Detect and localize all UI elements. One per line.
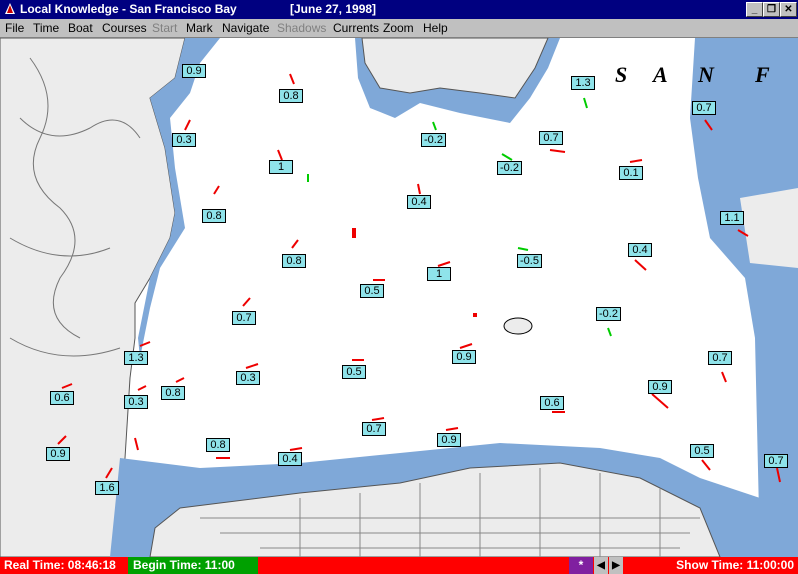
menu-start[interactable]: Start <box>152 21 177 35</box>
current-label: 0.8 <box>206 438 230 452</box>
current-label: 0.8 <box>282 254 306 268</box>
current-label: -0.5 <box>517 254 542 268</box>
menu-bar: File Time Boat Courses Start Mark Naviga… <box>0 19 798 38</box>
close-button[interactable]: ✕ <box>780 2 797 17</box>
prev-icon[interactable]: ◀ <box>594 557 608 574</box>
current-label: 0.5 <box>690 444 714 458</box>
current-label: -0.2 <box>421 133 446 147</box>
current-label: 0.7 <box>692 101 716 115</box>
map-letter-s: S <box>615 62 627 87</box>
current-label: -0.2 <box>596 307 621 321</box>
current-label: 1.3 <box>571 76 595 90</box>
map-letter-n: N <box>697 62 715 87</box>
next-icon[interactable]: ▶ <box>609 557 623 574</box>
current-label: 0.7 <box>362 422 386 436</box>
current-label: 0.3 <box>236 371 260 385</box>
current-label: 1.3 <box>124 351 148 365</box>
current-label: 1 <box>427 267 451 281</box>
current-label: 0.3 <box>172 133 196 147</box>
current-label: 0.6 <box>50 391 74 405</box>
status-bar: Real Time: 08:46:18 Begin Time: 11:00 * … <box>0 557 798 574</box>
begin-time-panel[interactable]: Begin Time: 11:00 <box>128 557 258 574</box>
menu-currents[interactable]: Currents <box>333 21 379 35</box>
menu-courses[interactable]: Courses <box>102 21 147 35</box>
menu-navigate[interactable]: Navigate <box>222 21 269 35</box>
current-label: 0.9 <box>437 433 461 447</box>
title-bar: Local Knowledge - San Francisco Bay [Jun… <box>0 0 798 19</box>
current-label: 0.7 <box>708 351 732 365</box>
minimize-button[interactable]: _ <box>746 2 763 17</box>
menu-zoom[interactable]: Zoom <box>383 21 414 35</box>
current-label: 1.1 <box>720 211 744 225</box>
current-label: 0.5 <box>342 365 366 379</box>
current-label: -0.2 <box>497 161 522 175</box>
current-label: 0.4 <box>628 243 652 257</box>
current-label: 1.6 <box>95 481 119 495</box>
current-label: 0.1 <box>619 166 643 180</box>
restore-button[interactable]: ❐ <box>763 2 780 17</box>
current-label: 0.8 <box>161 386 185 400</box>
current-label: 0.9 <box>648 380 672 394</box>
map-letter-a: A <box>651 62 668 87</box>
current-label: 0.6 <box>540 396 564 410</box>
star-button[interactable]: * <box>569 557 593 574</box>
current-label: 0.4 <box>407 195 431 209</box>
menu-time[interactable]: Time <box>33 21 59 35</box>
bay-map[interactable]: S A N F 0.9 0.8 1.3 0.7 0.3 -0.2 0.7 1 -… <box>0 38 798 557</box>
current-label: 0.8 <box>202 209 226 223</box>
current-label: 0.3 <box>124 395 148 409</box>
current-label: 0.4 <box>278 452 302 466</box>
current-label: 0.9 <box>452 350 476 364</box>
menu-file[interactable]: File <box>5 21 24 35</box>
real-time: Real Time: 08:46:18 <box>4 558 116 572</box>
menu-boat[interactable]: Boat <box>68 21 93 35</box>
current-label: 0.7 <box>232 311 256 325</box>
current-label: 0.9 <box>46 447 70 461</box>
sailboat-icon <box>5 3 15 14</box>
begin-time: Begin Time: 11:00 <box>133 558 235 572</box>
menu-help[interactable]: Help <box>423 21 448 35</box>
window-title: Local Knowledge - San Francisco Bay <box>20 2 237 16</box>
current-label: 0.5 <box>360 284 384 298</box>
menu-mark[interactable]: Mark <box>186 21 213 35</box>
current-label: 0.7 <box>539 131 563 145</box>
map-layer: S A N F <box>0 38 798 557</box>
current-label: 0.9 <box>182 64 206 78</box>
window-date: [June 27, 1998] <box>290 2 377 16</box>
current-label: 0.8 <box>279 89 303 103</box>
map-letter-f: F <box>754 62 770 87</box>
show-time: Show Time: 11:00:00 <box>676 558 794 572</box>
current-label: 0.7 <box>764 454 788 468</box>
menu-shadows[interactable]: Shadows <box>277 21 326 35</box>
current-label: 1 <box>269 160 293 174</box>
